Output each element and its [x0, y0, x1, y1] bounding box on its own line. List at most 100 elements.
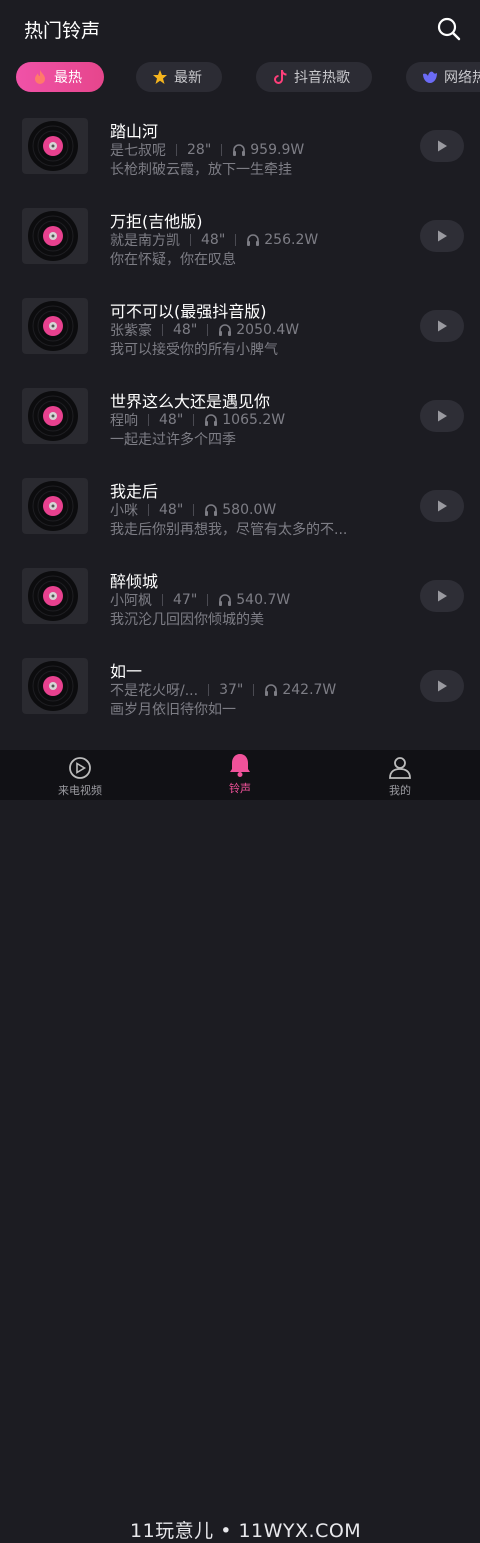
headphones-icon — [205, 414, 218, 426]
headphones-icon — [219, 324, 232, 336]
headphones-icon — [233, 144, 246, 156]
nav-item-call-video[interactable]: 来电视频 — [40, 756, 120, 798]
vinyl-disc-icon — [22, 568, 88, 624]
tab-newest[interactable]: 最新 — [136, 62, 222, 92]
flame-icon — [35, 70, 45, 84]
list-item[interactable]: 万拒(吉他版) 就是南方凯 48" 256.2W 你在怀疑，你在叹息 — [0, 202, 480, 292]
divider — [162, 594, 163, 606]
tab-label: 网络热 — [444, 70, 480, 86]
play-button[interactable] — [420, 580, 464, 612]
user-icon — [389, 757, 411, 779]
song-meta: 小阿枫 47" 540.7W — [110, 590, 290, 610]
star-icon — [153, 70, 167, 84]
play-icon — [438, 680, 447, 692]
divider — [208, 684, 210, 696]
song-meta: 就是南方凯 48" 256.2W — [110, 230, 318, 250]
divider — [207, 324, 209, 336]
song-duration: 47" — [173, 592, 198, 608]
nav-item-profile[interactable]: 我的 — [360, 756, 440, 798]
song-lyric: 一起走过许多个四季 — [110, 432, 236, 448]
song-lyric: 我可以接受你的所有小脾气 — [110, 342, 278, 358]
list-item[interactable]: 如一 不是花火呀/... 37" 242.7W 画岁月依旧待你如一 — [0, 652, 480, 742]
bottom-nav: 来电视频 铃声 我的 11玩意儿 • 11WYX.COM — [0, 750, 480, 1542]
headphones-icon — [247, 234, 260, 246]
song-meta: 张紫豪 48" 2050.4W — [110, 320, 299, 340]
play-icon — [438, 500, 447, 512]
play-icon — [438, 410, 447, 422]
vinyl-disc-icon — [22, 388, 88, 444]
play-icon — [438, 590, 447, 602]
song-duration: 48" — [173, 322, 198, 338]
list-item[interactable]: 可不可以(最强抖音版) 张紫豪 48" 2050.4W 我可以接受你的所有小脾气 — [0, 292, 480, 382]
tab-label: 抖音热歌 — [294, 70, 350, 86]
divider — [148, 504, 149, 516]
search-icon[interactable] — [436, 16, 462, 42]
divider — [221, 144, 223, 156]
app-header: 热门铃声 — [0, 0, 480, 56]
list-item[interactable]: 世界这么大还是遇见你 程响 48" 1065.2W 一起走过许多个四季 — [0, 382, 480, 472]
divider — [193, 414, 195, 426]
song-lyric: 长枪刺破云霞，放下一生牵挂 — [110, 162, 292, 178]
song-duration: 28" — [187, 142, 212, 158]
song-title: 我走后 — [110, 482, 159, 501]
watermark: 11玩意儿 • 11WYX.COM — [130, 1520, 362, 1542]
song-lyric: 你在怀疑，你在叹息 — [110, 252, 236, 268]
song-title: 万拒(吉他版) — [110, 212, 203, 231]
vinyl-disc-icon — [22, 208, 88, 264]
song-plays: 242.7W — [282, 682, 337, 698]
song-meta: 程响 48" 1065.2W — [110, 410, 285, 430]
play-button[interactable] — [420, 220, 464, 252]
song-title: 可不可以(最强抖音版) — [110, 302, 267, 321]
page-title: 热门铃声 — [24, 20, 101, 42]
song-plays: 959.9W — [250, 142, 305, 158]
web-icon — [423, 71, 437, 83]
play-icon — [438, 320, 447, 332]
song-artist: 就是南方凯 — [110, 233, 180, 249]
nav-label: 铃声 — [229, 782, 251, 795]
song-artist: 小咪 — [110, 503, 138, 519]
song-duration: 48" — [201, 232, 226, 248]
tiktok-icon — [274, 70, 287, 84]
play-button[interactable] — [420, 130, 464, 162]
divider — [148, 414, 149, 426]
divider — [207, 594, 209, 606]
video-icon — [69, 757, 91, 779]
play-button[interactable] — [420, 310, 464, 342]
song-plays: 256.2W — [264, 232, 319, 248]
song-meta: 是七叔呢 28" 959.9W — [110, 140, 304, 160]
play-button[interactable] — [420, 490, 464, 522]
song-duration: 48" — [159, 412, 184, 428]
song-plays: 2050.4W — [236, 322, 300, 338]
divider — [176, 144, 177, 156]
song-lyric: 画岁月依旧待你如一 — [110, 702, 236, 718]
headphones-icon — [205, 504, 218, 516]
list-item[interactable]: 我走后 小咪 48" 580.0W 我走后你别再想我，尽管有太多的不... — [0, 472, 480, 562]
vinyl-disc-icon — [22, 118, 88, 174]
song-plays: 580.0W — [222, 502, 277, 518]
song-title: 世界这么大还是遇见你 — [110, 392, 271, 411]
tab-hottest[interactable]: 最热 — [16, 62, 104, 92]
play-icon — [438, 230, 447, 242]
song-artist: 不是花火呀/... — [110, 683, 199, 699]
song-artist: 是七叔呢 — [110, 143, 166, 159]
song-title: 踏山河 — [110, 122, 159, 141]
headphones-icon — [265, 684, 278, 696]
play-button[interactable] — [420, 400, 464, 432]
divider — [162, 324, 163, 336]
song-meta: 不是花火呀/... 37" 242.7W — [110, 680, 336, 700]
tab-douyin-hits[interactable]: 抖音热歌 — [256, 62, 372, 92]
song-artist: 张紫豪 — [110, 323, 152, 339]
list-item[interactable]: 踏山河 是七叔呢 28" 959.9W 长枪刺破云霞，放下一生牵挂 — [0, 112, 480, 202]
divider — [190, 234, 191, 246]
list-item[interactable]: 醉倾城 小阿枫 47" 540.7W 我沉沦几回因你倾城的美 — [0, 562, 480, 652]
song-artist: 程响 — [110, 413, 138, 429]
nav-item-ringtones[interactable]: 铃声 — [200, 752, 280, 796]
song-title: 醉倾城 — [110, 572, 159, 591]
divider — [193, 504, 195, 516]
play-button[interactable] — [420, 670, 464, 702]
category-tabs: 最热 最新 抖音热歌 网络热 — [0, 60, 480, 96]
nav-label: 我的 — [389, 784, 411, 797]
song-plays: 1065.2W — [222, 412, 286, 428]
divider — [253, 684, 255, 696]
tab-internet-hits[interactable]: 网络热 — [406, 62, 480, 92]
